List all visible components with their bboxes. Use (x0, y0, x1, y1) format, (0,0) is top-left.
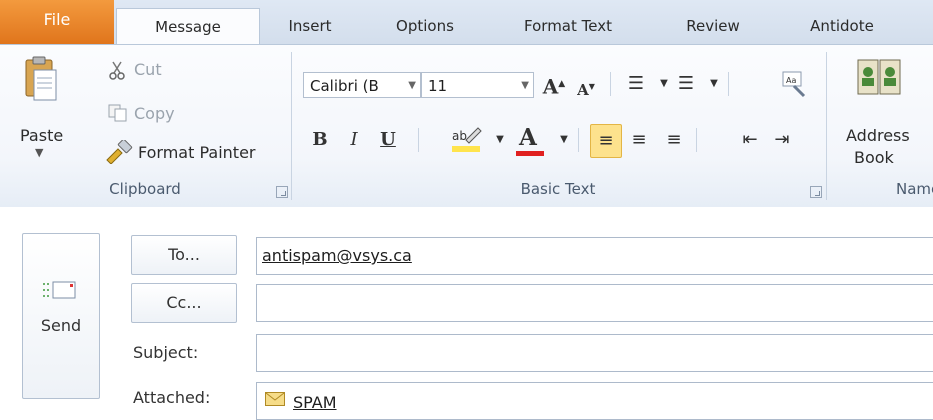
cc-button[interactable]: Cc... (131, 283, 237, 323)
bold-button[interactable]: B (306, 126, 334, 154)
address-book-icon[interactable] (856, 56, 904, 102)
font-family-value: Calibri (B (310, 77, 379, 95)
chevron-down-icon: ▼ (521, 80, 529, 91)
tab-options[interactable]: Options (372, 8, 478, 44)
address-book-label-line2[interactable]: Book (854, 148, 894, 167)
font-family-select[interactable]: Calibri (B ▼ (303, 72, 421, 98)
decrease-indent-icon[interactable]: ⇤ (736, 126, 764, 154)
copy-icon (108, 104, 128, 122)
highlight-icon[interactable]: ab (450, 124, 484, 156)
subject-label: Subject: (133, 343, 199, 362)
increase-indent-icon[interactable]: ⇥ (768, 126, 796, 154)
grow-font-icon: A (542, 74, 559, 99)
to-button[interactable]: To... (131, 235, 237, 275)
cc-field[interactable] (256, 284, 933, 322)
toolbar-divider (578, 128, 579, 152)
svg-text:Aa: Aa (786, 76, 796, 85)
tab-file[interactable]: File (0, 0, 114, 44)
chevron-down-icon[interactable]: ▼ (700, 70, 728, 98)
chevron-down-icon[interactable]: ▼ (550, 126, 578, 154)
paste-button[interactable]: Paste (20, 126, 63, 145)
align-right-button[interactable]: ≡ (660, 126, 688, 154)
bullets-icon[interactable]: ☰ (622, 70, 650, 98)
format-painter-icon (104, 138, 134, 165)
attached-field: SPAM (256, 382, 933, 420)
shrink-font-button[interactable]: A▼ (572, 72, 600, 100)
address-book-label-line1[interactable]: Address (846, 126, 910, 145)
font-size-select[interactable]: 11 ▼ (421, 72, 534, 98)
group-separator (826, 52, 827, 200)
tab-antidote[interactable]: Antidote (782, 8, 902, 44)
chevron-down-icon[interactable]: ▼ (486, 126, 514, 154)
basic-text-group-label: Basic Text (520, 180, 596, 198)
message-attachment-icon (265, 392, 285, 406)
svg-text:ab: ab (452, 129, 467, 143)
align-center-button[interactable]: ≡ (625, 126, 653, 154)
paste-dropdown-icon[interactable]: ▼ (35, 146, 43, 159)
paste-icon[interactable] (22, 56, 58, 104)
names-group-label: Name (896, 180, 933, 198)
font-color-swatch (516, 151, 544, 156)
tab-review[interactable]: Review (658, 8, 768, 44)
cut-button[interactable]: Cut (134, 60, 162, 79)
numbering-icon[interactable]: ☰ (672, 70, 700, 98)
toolbar-divider (418, 128, 419, 152)
subject-field[interactable] (256, 334, 933, 372)
clipboard-launcher-icon[interactable] (276, 186, 288, 198)
font-size-value: 11 (428, 77, 448, 95)
clipboard-group-label: Clipboard (109, 180, 181, 198)
shrink-font-icon: A (577, 81, 589, 99)
toolbar-divider (610, 72, 611, 96)
to-field[interactable]: antispam@vsys.ca (256, 237, 933, 275)
align-left-button[interactable]: ≡ (590, 124, 622, 158)
grow-font-button[interactable]: A▲ (540, 70, 568, 99)
format-painter-button[interactable]: Format Painter (138, 143, 255, 162)
underline-button[interactable]: U (374, 126, 402, 154)
basic-text-launcher-icon[interactable] (810, 186, 822, 198)
attachment-link[interactable]: SPAM (293, 393, 337, 412)
attached-label: Attached: (133, 388, 211, 407)
tab-insert[interactable]: Insert (262, 8, 358, 44)
chevron-down-icon: ▼ (408, 80, 416, 91)
styles-icon[interactable]: Aa (780, 70, 808, 98)
tab-format-text[interactable]: Format Text (492, 8, 644, 44)
tab-message[interactable]: Message (116, 8, 260, 45)
send-label: Send (40, 316, 82, 335)
toolbar-divider (728, 72, 729, 96)
cut-icon (108, 60, 126, 80)
toolbar-divider (696, 128, 697, 152)
font-color-button[interactable]: A (512, 124, 548, 158)
send-icon (43, 278, 79, 302)
send-button[interactable]: Send (22, 233, 100, 399)
font-color-icon: A (519, 124, 537, 151)
to-recipient[interactable]: antispam@vsys.ca (262, 246, 412, 265)
copy-button[interactable]: Copy (134, 104, 175, 123)
italic-button[interactable]: I (340, 126, 368, 154)
